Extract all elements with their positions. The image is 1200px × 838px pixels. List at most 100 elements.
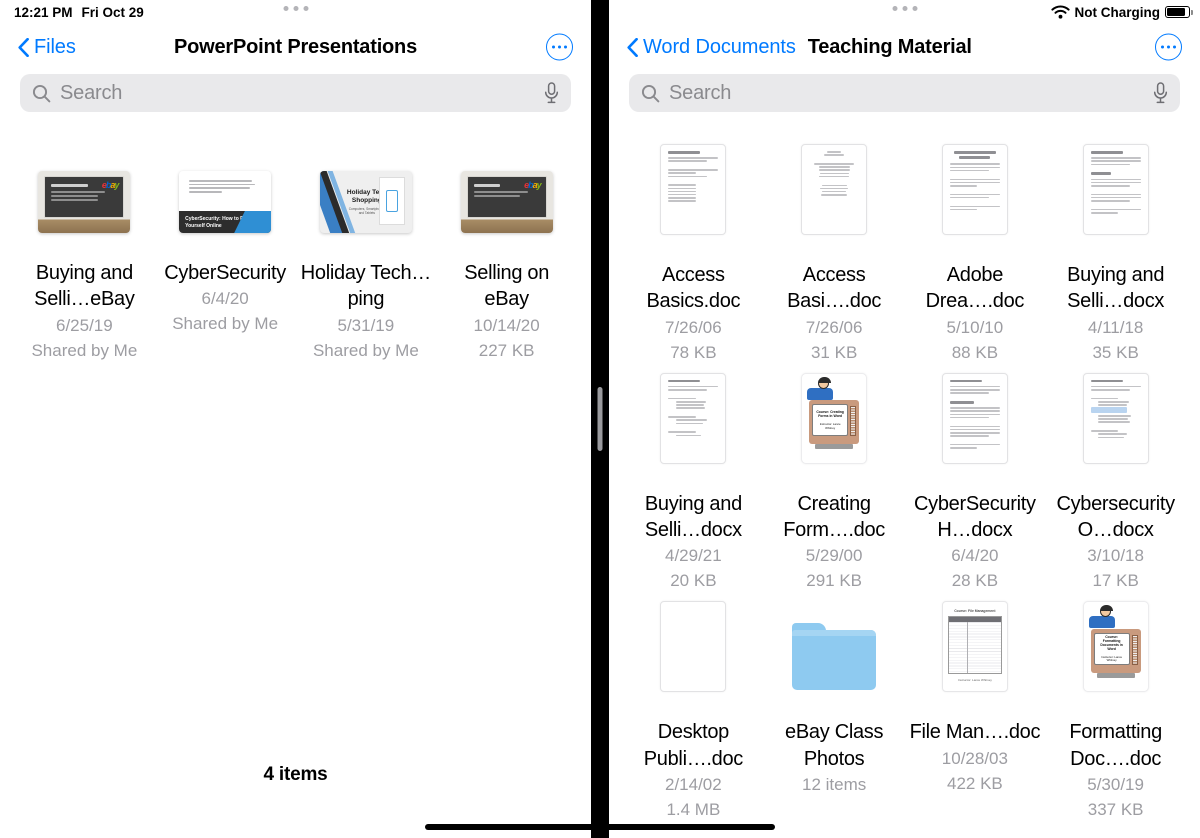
slide-body-text <box>179 171 271 193</box>
file-tile[interactable]: CyberSecurity H…docx 6/4/20 28 KB <box>905 372 1046 602</box>
file-tile[interactable]: Desktop Publi….doc 2/14/02 1.4 MB <box>623 601 764 830</box>
file-name: Desktop Publi….doc <box>643 721 744 770</box>
file-date: 5/29/00 <box>805 546 863 566</box>
doc-line <box>1097 433 1127 435</box>
doc-line <box>949 193 1000 196</box>
doc-line <box>1091 167 1141 171</box>
file-tile[interactable]: Course: Formatting Documents in Word Ins… <box>1045 601 1186 830</box>
more-options-button-left[interactable] <box>546 33 573 61</box>
slide-band-text: CyberSecurity: How to Protect Yourself O… <box>185 216 258 230</box>
doc-line <box>668 179 718 183</box>
doc-line <box>949 178 1000 181</box>
file-meta: 17 KB <box>1092 571 1139 591</box>
ellipsis-dot <box>1172 45 1176 49</box>
doc-line <box>949 407 1000 409</box>
doc-line <box>949 425 1000 428</box>
file-name: Buying and Selli…docx <box>644 492 742 542</box>
file-tile[interactable]: Course: Creating Forms in Word Instructo… <box>764 372 905 602</box>
ebay-logo-icon: ebay <box>101 180 120 190</box>
file-tile[interactable]: Adobe Drea….doc 5/10/10 88 KB <box>905 144 1046 373</box>
doc-line <box>1090 200 1130 202</box>
doc-line <box>668 172 696 174</box>
home-indicator[interactable] <box>425 824 775 830</box>
doc-line <box>949 184 978 187</box>
course-instructor-text: Instructor: Lance Whitney <box>1101 655 1123 663</box>
thumbnail-slot: ebay <box>38 152 131 252</box>
doc-line <box>1097 414 1131 417</box>
doc-line <box>668 416 696 418</box>
file-meta: 291 KB <box>806 571 862 591</box>
file-tile[interactable]: Access Basics.doc 7/26/06 78 KB <box>623 144 764 373</box>
doc-line <box>676 419 708 421</box>
doc-line <box>818 169 850 171</box>
doc-line <box>814 162 855 165</box>
doc-line <box>668 190 696 193</box>
doc-line <box>1091 392 1141 396</box>
doc-line <box>949 443 1000 446</box>
chevron-left-icon <box>18 37 29 57</box>
doc-line <box>668 200 696 202</box>
person-head <box>818 376 832 389</box>
file-tile[interactable]: CyberSecurity: How to Protect Yourself O… <box>155 152 296 371</box>
file-meta: 337 KB <box>1087 800 1144 820</box>
status-bar-right: Not Charging <box>609 0 1200 24</box>
file-tile[interactable]: Cybersecurity O…docx 3/10/18 17 KB <box>1045 372 1186 602</box>
doc-line <box>1090 181 1141 184</box>
slide-screen: ebay <box>44 176 125 218</box>
file-date: 4/29/21 <box>665 546 722 566</box>
file-name: Buying and Selli…eBay <box>34 262 135 311</box>
search-input-right[interactable]: Search <box>629 74 1180 112</box>
file-tile[interactable]: Course: File Management Instructor: Lanc… <box>905 601 1046 830</box>
slide-text-line <box>189 180 253 182</box>
file-meta: Shared by Me <box>172 314 279 334</box>
course-thumbnail-icon: Course: Creating Forms in Word Instructo… <box>801 372 868 464</box>
split-view-divider[interactable] <box>591 0 609 838</box>
tv-speaker-grille <box>1131 634 1138 665</box>
slide-title-bar <box>473 184 501 187</box>
smartphone-icon <box>385 190 398 212</box>
spreadsheet-thumbnail-icon: Course: File Management Instructor: Lanc… <box>941 601 1008 693</box>
file-tile[interactable]: Access Basi….doc 7/26/06 31 KB <box>764 144 905 373</box>
grabber-dot <box>892 6 897 11</box>
thumbnail-slot <box>660 372 727 483</box>
document-thumbnail-icon <box>660 601 727 693</box>
file-name: Buying and Selli…docx <box>1067 264 1165 313</box>
file-tile[interactable]: Buying and Selli…docx 4/11/18 35 KB <box>1045 144 1186 373</box>
search-input-left[interactable]: Search <box>20 74 571 112</box>
doc-line <box>1097 436 1124 439</box>
back-button-files[interactable]: Files <box>18 36 76 59</box>
chevron-left-icon <box>627 37 638 57</box>
tv-screen: Course: Formatting Documents in Word Ins… <box>1093 632 1130 665</box>
course-instructor-text: Instructor: Lance Whitney <box>819 422 841 430</box>
multitask-grabber-right[interactable] <box>892 6 917 11</box>
folder-name: eBay Class Photos <box>785 721 884 770</box>
doc-line <box>676 407 706 409</box>
file-tile[interactable]: Holiday Tech Shopping Computers, Smartph… <box>296 152 437 371</box>
microphone-icon[interactable] <box>1153 82 1168 104</box>
folder-tile[interactable]: eBay Class Photos 12 items <box>764 601 905 830</box>
doc-line <box>668 431 696 433</box>
multitask-grabber-left[interactable] <box>283 6 308 11</box>
course-thumbnail-icon: Course: Formatting Documents in Word Ins… <box>1082 601 1149 693</box>
microphone-icon[interactable] <box>544 82 559 104</box>
doc-line <box>676 422 704 425</box>
thumbnail-slot: Course: Creating Forms in Word Instructo… <box>801 372 868 483</box>
file-tile[interactable]: ebay Selling on eBay 10/14/20 227 KB <box>436 152 577 371</box>
doc-line <box>1097 421 1130 423</box>
doc-line <box>950 420 1000 424</box>
file-meta: 35 KB <box>1092 342 1139 362</box>
status-date: Fri Oct 29 <box>81 4 144 20</box>
sheet-caption-top: Course: File Management <box>954 609 996 614</box>
doc-line <box>949 431 1000 434</box>
file-date: 6/4/20 <box>951 546 999 566</box>
back-button-word-documents[interactable]: Word Documents <box>627 36 796 59</box>
split-view-drag-handle[interactable] <box>597 387 603 451</box>
doc-line <box>1090 163 1130 166</box>
doc-line <box>668 184 696 186</box>
doc-line <box>827 151 842 153</box>
file-tile[interactable]: Buying and Selli…docx 4/29/21 20 KB <box>623 372 764 602</box>
more-options-button-right[interactable] <box>1155 33 1182 61</box>
file-tile[interactable]: ebay Buying and Selli…eBay 6/25/19 Share… <box>14 152 155 371</box>
presentation-thumbnail-icon: CyberSecurity: How to Protect Yourself O… <box>179 171 272 233</box>
document-thumbnail-icon <box>660 144 727 235</box>
